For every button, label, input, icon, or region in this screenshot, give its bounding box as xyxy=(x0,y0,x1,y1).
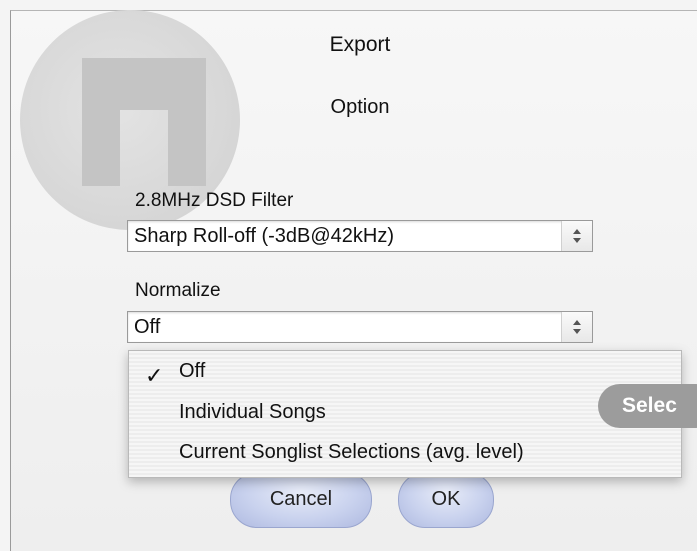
up-down-arrows-icon[interactable] xyxy=(561,221,592,251)
dsd-filter-label: 2.8MHz DSD Filter xyxy=(135,190,294,211)
menu-item-off[interactable]: Off xyxy=(179,360,205,383)
normalize-label: Normalize xyxy=(135,280,221,301)
normalize-value: Off xyxy=(134,316,161,338)
check-icon: ✓ xyxy=(145,363,164,388)
dsd-filter-value: Sharp Roll-off (-3dB@42kHz) xyxy=(134,225,395,247)
menu-item-individual-songs[interactable]: Individual Songs xyxy=(179,401,326,424)
normalize-select[interactable]: Off xyxy=(127,311,593,343)
up-down-arrows-icon[interactable] xyxy=(561,312,592,342)
tooltip: Selec xyxy=(598,384,697,428)
ok-button[interactable]: OK xyxy=(398,472,494,528)
menu-item-current-songlist-selections[interactable]: Current Songlist Selections (avg. level) xyxy=(179,441,524,464)
dialog-subtitle: Option xyxy=(330,96,390,118)
dialog-title: Export xyxy=(329,33,391,56)
cancel-button[interactable]: Cancel xyxy=(230,472,372,528)
logo-mark xyxy=(82,58,206,186)
dsd-filter-select[interactable]: Sharp Roll-off (-3dB@42kHz) xyxy=(127,220,593,252)
